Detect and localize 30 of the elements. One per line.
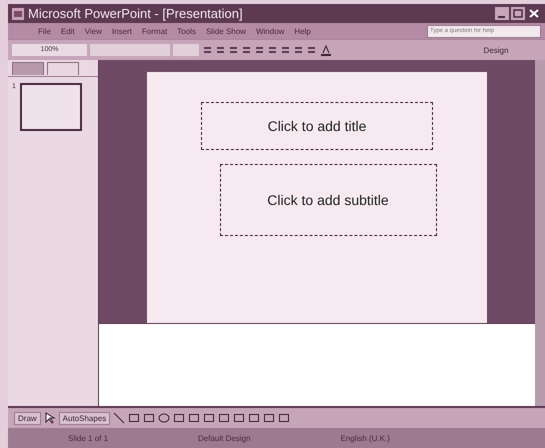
status-text: Default Design [198, 434, 251, 442]
design-button[interactable]: Design [451, 46, 541, 54]
status-text: Slide 1 of 1 [68, 434, 108, 442]
draw-button[interactable]: Draw [14, 412, 41, 424]
pane-tab[interactable] [47, 62, 79, 75]
menu-item[interactable]: Slide Show [206, 26, 246, 36]
title-placeholder[interactable]: Click to add title [201, 102, 433, 150]
rectangle-icon[interactable] [143, 412, 156, 424]
subtitle-placeholder[interactable]: Click to add subtitle [220, 164, 436, 236]
menu-item[interactable]: Insert [112, 26, 132, 36]
menu-item[interactable]: Tools [177, 26, 196, 36]
close-icon[interactable] [527, 7, 541, 20]
maximize-icon[interactable] [511, 7, 525, 20]
menu-item[interactable]: Edit [60, 26, 75, 36]
menu-item[interactable]: Format [142, 26, 168, 36]
minimize-icon[interactable] [495, 7, 509, 20]
oval-icon[interactable] [158, 412, 170, 424]
vertical-scrollbar[interactable] [535, 60, 545, 406]
pointer-icon[interactable] [44, 412, 56, 424]
status-text: English (U.K.) [340, 434, 390, 442]
font-color-icon[interactable] [320, 44, 332, 56]
window-title: Microsoft PowerPoint - [Presentation] [28, 6, 244, 21]
menu-item[interactable]: Help [294, 26, 311, 36]
menu-item[interactable]: View [84, 26, 102, 36]
menu-item[interactable]: Window [256, 26, 284, 36]
line-icon[interactable] [113, 412, 126, 424]
autoshapes-button[interactable]: AutoShapes [58, 412, 110, 424]
menu-item[interactable]: File [38, 26, 51, 36]
app-icon[interactable] [12, 8, 24, 20]
slide-thumbnail[interactable] [20, 83, 82, 131]
